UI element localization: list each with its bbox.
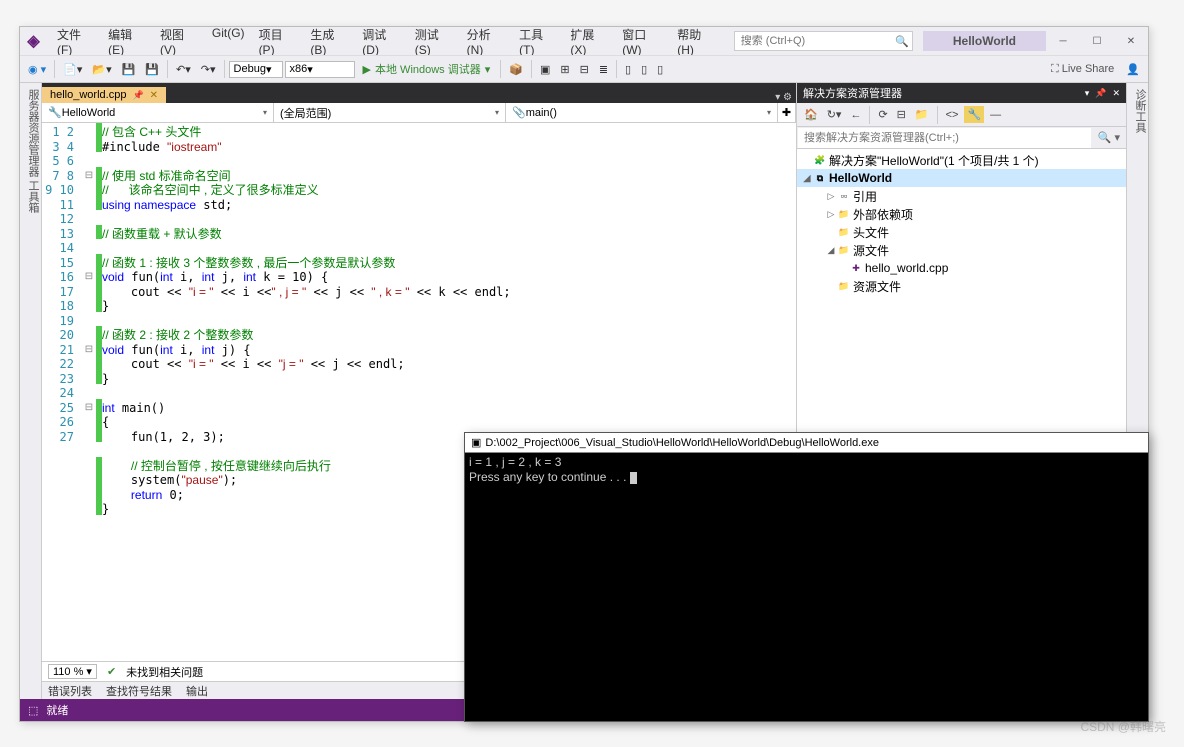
source-file-item[interactable]: ✚hello_world.cpp (797, 259, 1126, 277)
outwin-tab[interactable]: 查找符号结果 (106, 683, 172, 699)
nav-member-dropdown[interactable]: 📎 main()▾ (506, 103, 778, 122)
console-title-text: D:\002_Project\006_Visual_Studio\HelloWo… (485, 437, 879, 449)
outwin-tab[interactable]: 输出 (186, 683, 208, 699)
line-number-gutter: 1 2 3 4 5 6 7 8 9 10 11 12 13 14 15 16 1… (42, 123, 82, 661)
titlebar: ◈ 文件(F)编辑(E)视图(V)Git(G)项目(P)生成(B)调试(D)测试… (20, 27, 1148, 55)
source-files-node[interactable]: ◢📁源文件 (797, 241, 1126, 259)
tool-icon[interactable]: 📦 (505, 61, 527, 78)
tool-icon-2[interactable]: ▣ (536, 61, 554, 78)
tool-icon-4[interactable]: ⊟ (576, 61, 593, 78)
issues-text: 未找到相关问题 (126, 664, 203, 680)
panel-close-icon[interactable]: ✕ (1112, 88, 1120, 99)
search-input[interactable] (735, 35, 892, 47)
nav-back-icon[interactable]: ◉ ▾ (24, 61, 50, 78)
tool-icon-8[interactable]: ▯ (653, 61, 667, 78)
tool-icon-7[interactable]: ▯ (637, 61, 651, 78)
console-titlebar[interactable]: ▣ D:\002_Project\006_Visual_Studio\Hello… (465, 433, 1148, 453)
open-file-icon[interactable]: 📂▾ (88, 61, 115, 78)
close-button[interactable]: ✕ (1114, 27, 1148, 55)
admin-icon[interactable]: 👤 (1122, 61, 1144, 78)
home-icon[interactable]: 🏠 (801, 106, 821, 123)
tool-icon-3[interactable]: ⊞ (556, 61, 573, 78)
check-icon: ✔ (107, 665, 116, 678)
tool-icon-5[interactable]: ≣ (595, 61, 612, 78)
status-icon: ⬚ (28, 704, 38, 717)
solution-name: HelloWorld (923, 31, 1046, 51)
explorer-search-input[interactable] (798, 128, 1091, 148)
solution-node[interactable]: 🧩解决方案"HelloWorld"(1 个项目/共 1 个) (797, 151, 1126, 169)
new-file-icon[interactable]: 📄▾ (59, 61, 86, 78)
undo-icon[interactable]: ↶▾ (172, 61, 195, 78)
watermark: CSDN @韩曙亮 (1080, 718, 1166, 735)
nav-project-dropdown[interactable]: 🔧 HelloWorld▾ (42, 103, 274, 122)
preview-icon[interactable]: — (987, 107, 1004, 123)
left-toolwindow-rail[interactable]: 服务器资源管理器 工具箱 (20, 83, 42, 699)
external-deps-node[interactable]: ▷📁外部依赖项 (797, 205, 1126, 223)
redo-icon[interactable]: ↷▾ (197, 61, 220, 78)
minimize-button[interactable]: ─ (1046, 27, 1080, 55)
quick-search[interactable]: 🔍 (734, 31, 913, 51)
nav-scope-dropdown[interactable]: (全局范围)▾ (274, 103, 506, 122)
panel-search[interactable]: 🔍 ▾ (797, 127, 1126, 149)
view-code-icon[interactable]: <> (943, 107, 962, 123)
resource-files-node[interactable]: 📁资源文件 (797, 277, 1126, 295)
navigation-bar: 🔧 HelloWorld▾ (全局范围)▾ 📎 main()▾ ✚ (42, 103, 796, 123)
show-all-icon[interactable]: 📁 (912, 106, 932, 123)
refresh-icon[interactable]: ⟳ (875, 106, 890, 123)
sync-icon[interactable]: ↻▾ (824, 106, 845, 123)
close-tab-icon[interactable]: ✕ (150, 90, 158, 101)
save-icon[interactable]: 💾 (118, 61, 140, 78)
project-node[interactable]: ◢⧉HelloWorld (797, 169, 1126, 187)
liveshare-button[interactable]: ⛶ Live Share (1045, 61, 1120, 78)
split-icon[interactable]: ✚ (778, 103, 796, 122)
back-icon[interactable]: ← (847, 107, 864, 123)
references-node[interactable]: ▷▫▫引用 (797, 187, 1126, 205)
tab-label: hello_world.cpp (50, 89, 126, 101)
zoom-dropdown[interactable]: 110 % ▾ (48, 664, 97, 679)
search-icon: 🔍 ▾ (1092, 131, 1126, 144)
tool-icon-6[interactable]: ▯ (621, 61, 635, 78)
panel-toolbar: 🏠 ↻▾ ← ⟳ ⊟ 📁 <> 🔧 — (797, 103, 1126, 127)
panel-title: 解决方案资源管理器 (803, 85, 902, 101)
fold-column[interactable]: ⊟⊟⊟⊟ (82, 123, 96, 661)
collapse-icon[interactable]: ⊟ (894, 106, 909, 123)
outwin-tab[interactable]: 错误列表 (48, 683, 92, 699)
properties-icon[interactable]: 🔧 (964, 106, 984, 123)
config-dropdown[interactable]: Debug ▾ (229, 61, 283, 78)
search-icon: 🔍 (892, 35, 912, 48)
status-text: 就绪 (46, 702, 68, 718)
panel-pin-icon[interactable]: 📌 (1095, 88, 1106, 99)
save-all-icon[interactable]: 💾 (141, 61, 163, 78)
tab-dropdown-icon[interactable]: ▾ ⚙ (771, 92, 796, 103)
vs-logo-icon: ◈ (20, 27, 47, 55)
maximize-button[interactable]: ☐ (1080, 27, 1114, 55)
console-window[interactable]: ▣ D:\002_Project\006_Visual_Studio\Hello… (464, 432, 1149, 722)
pin-icon[interactable]: 📌 (132, 90, 143, 101)
tab-well: hello_world.cpp 📌 ✕ ▾ ⚙ (42, 83, 796, 103)
panel-dropdown-icon[interactable]: ▾ (1085, 88, 1090, 99)
main-toolbar: ◉ ▾ 📄▾ 📂▾ 💾 💾 ↶▾ ↷▾ Debug ▾ x86 ▾ ▶ 本地 W… (20, 55, 1148, 83)
header-files-node[interactable]: 📁头文件 (797, 223, 1126, 241)
console-output: i = 1 , j = 2 , k = 3 Press any key to c… (465, 453, 1148, 721)
start-debug-button[interactable]: ▶ 本地 Windows 调试器 ▾ (357, 59, 497, 79)
cmd-icon: ▣ (471, 436, 481, 449)
tab-hello-world[interactable]: hello_world.cpp 📌 ✕ (42, 87, 166, 103)
panel-titlebar: 解决方案资源管理器 ▾ 📌 ✕ (797, 83, 1126, 103)
platform-dropdown[interactable]: x86 ▾ (285, 61, 355, 78)
